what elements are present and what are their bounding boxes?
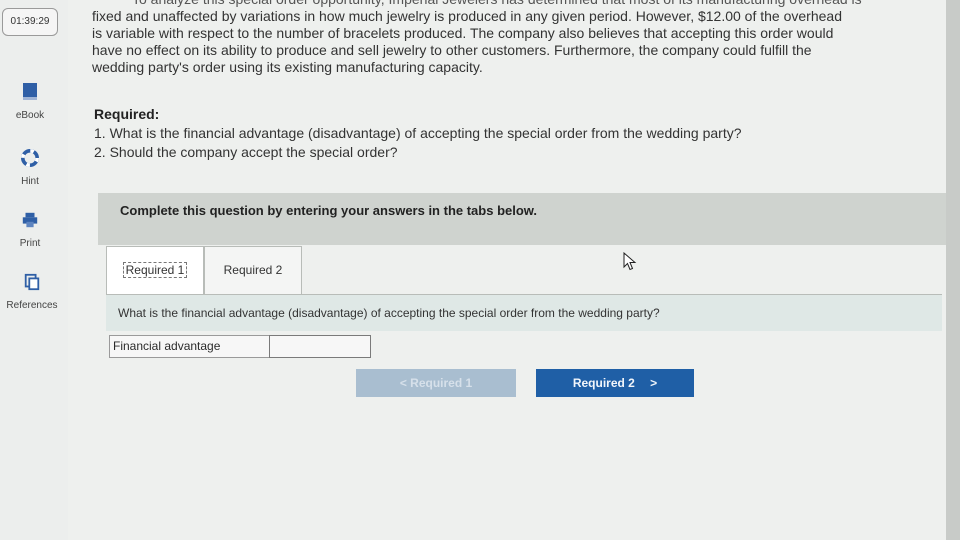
required-item: 2. Should the company accept the special…	[94, 144, 398, 160]
hint-tool[interactable]: Hint	[0, 148, 60, 189]
next-button-label: Required 2	[572, 376, 635, 390]
question-prompt-bar: What is the financial advantage (disadva…	[106, 295, 942, 331]
tab-required-1[interactable]: Required 1	[106, 246, 204, 295]
previous-required-button[interactable]: < Required 1	[356, 369, 516, 397]
references-label: References	[6, 300, 58, 311]
references-tool[interactable]: References	[2, 272, 62, 313]
printer-icon	[22, 212, 38, 228]
hint-label: Hint	[21, 176, 39, 187]
lifebuoy-icon	[21, 149, 39, 167]
tab-required-2-label: Required 2	[223, 263, 283, 277]
question-prompt: What is the financial advantage (disadva…	[118, 306, 660, 320]
print-tool[interactable]: Print	[0, 210, 60, 251]
problem-line: wedding party's order using its existing…	[92, 59, 483, 75]
problem-line: fixed and unaffected by variations in ho…	[92, 8, 842, 24]
tab-required-1-label: Required 1	[122, 262, 188, 278]
financial-advantage-label: Financial advantage	[109, 335, 272, 358]
tab-required-2[interactable]: Required 2	[204, 246, 302, 295]
references-icon	[24, 273, 40, 291]
instruction-bar: Complete this question by entering your …	[98, 193, 948, 245]
problem-line: have no effect on its ability to produce…	[92, 42, 812, 58]
financial-advantage-input[interactable]	[269, 335, 371, 358]
previous-button-label: Required 1	[410, 376, 473, 390]
sidebar: 01:39:29 eBook Hint Print References	[0, 0, 68, 540]
problem-line: is variable with respect to the number o…	[92, 25, 834, 41]
chevron-left-icon: <	[399, 376, 407, 390]
next-required-button[interactable]: Required 2 >	[536, 369, 694, 397]
required-heading: Required:	[94, 106, 160, 122]
required-list: 1. What is the financial advantage (disa…	[94, 124, 742, 162]
mouse-pointer-icon	[623, 252, 637, 271]
problem-text-cutoff: To analyze this special order opportunit…	[92, 0, 952, 8]
ebook-label: eBook	[15, 110, 45, 121]
instruction-text: Complete this question by entering your …	[120, 203, 538, 218]
print-label: Print	[19, 238, 41, 249]
scrollbar[interactable]	[946, 0, 960, 540]
required-item: 1. What is the financial advantage (disa…	[94, 125, 742, 141]
ebook-tool[interactable]: eBook	[0, 82, 60, 123]
book-icon	[23, 83, 37, 100]
chevron-right-icon: >	[650, 376, 658, 390]
timer: 01:39:29	[2, 8, 58, 36]
problem-text: To analyze this special order opportunit…	[92, 0, 952, 76]
question-panel: To analyze this special order opportunit…	[68, 0, 960, 540]
